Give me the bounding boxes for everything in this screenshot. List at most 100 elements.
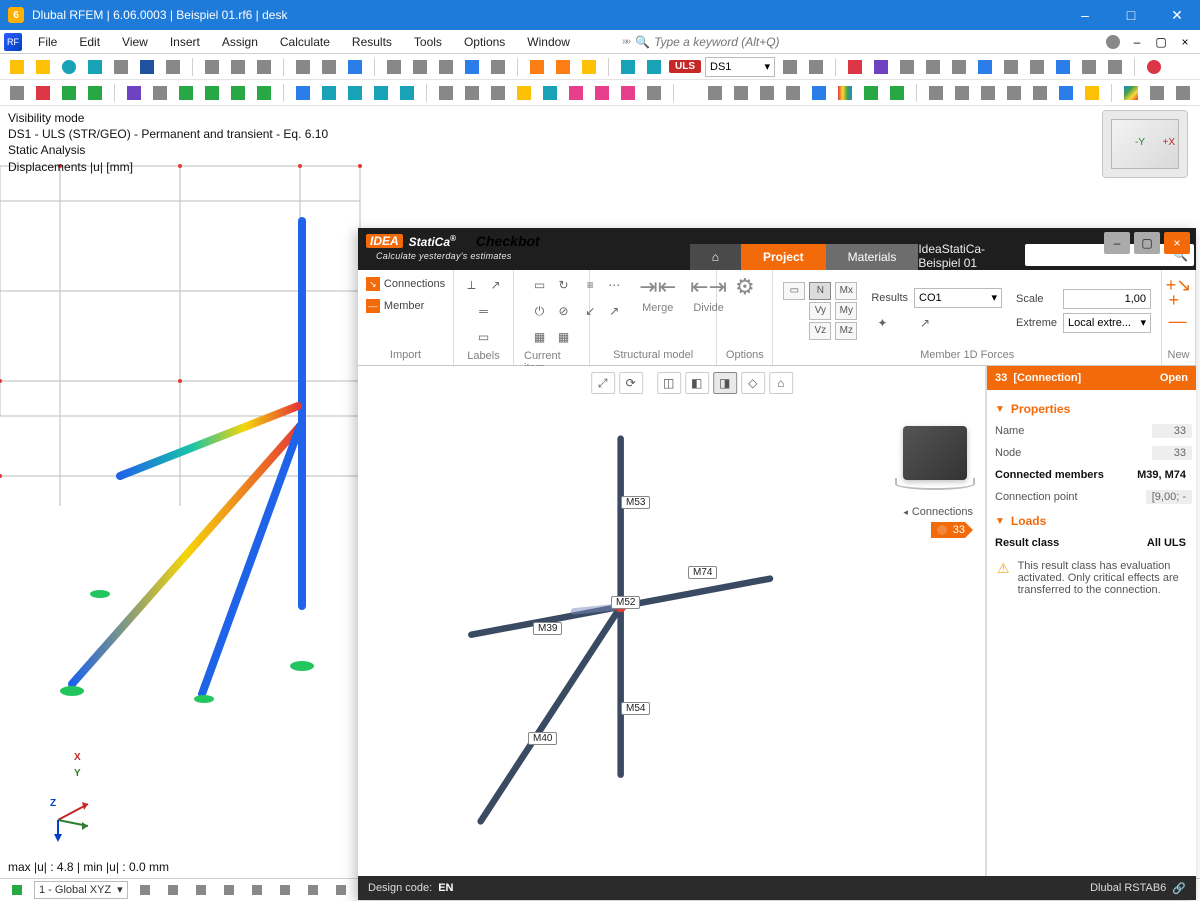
coord-system-select[interactable]: 1 - Global XYZ▾ <box>34 881 128 899</box>
struct-icon[interactable]: ≡ <box>579 274 601 296</box>
tool-icon[interactable] <box>409 56 431 78</box>
tool-icon[interactable] <box>123 82 145 104</box>
tool-icon[interactable] <box>1055 82 1077 104</box>
force-selector-icon[interactable]: ▭ <box>783 282 805 300</box>
tab-materials[interactable]: Materials <box>826 244 919 270</box>
tool-icon[interactable] <box>32 56 54 78</box>
force-Mz[interactable]: Mz <box>835 322 857 340</box>
merge-button[interactable]: ⇥⇤Merge <box>639 274 676 314</box>
status-icon[interactable] <box>302 879 324 901</box>
tool-icon[interactable] <box>565 82 587 104</box>
checkbot-maximize-button[interactable]: ▢ <box>1134 232 1160 254</box>
force-Mx[interactable]: Mx <box>835 282 857 300</box>
tool-icon[interactable] <box>253 56 275 78</box>
menubar-overflow-icon[interactable]: »» <box>622 36 629 47</box>
chevron-down-icon[interactable]: ▼ <box>995 516 1005 527</box>
tool-icon[interactable] <box>552 56 574 78</box>
tool-save-icon[interactable] <box>136 56 158 78</box>
tool-icon[interactable] <box>487 56 509 78</box>
tool-icon[interactable] <box>344 82 366 104</box>
tool-icon[interactable] <box>617 82 639 104</box>
menu-tools[interactable]: Tools <box>404 33 452 51</box>
tool-icon[interactable] <box>539 82 561 104</box>
tool-icon[interactable] <box>896 56 918 78</box>
menubar-close-icon[interactable]: × <box>1174 31 1196 53</box>
status-icon[interactable] <box>6 879 28 901</box>
tool-icon[interactable] <box>951 82 973 104</box>
tab-project[interactable]: Project <box>741 244 826 270</box>
tool-icon[interactable] <box>1104 56 1126 78</box>
tool-icon[interactable] <box>922 56 944 78</box>
tool-icon[interactable] <box>834 82 856 104</box>
current-icon[interactable]: ▦ <box>529 326 551 348</box>
menu-window[interactable]: Window <box>517 33 580 51</box>
tool-print-icon[interactable] <box>162 56 184 78</box>
tool-icon[interactable] <box>844 56 866 78</box>
props-open-button[interactable]: Open <box>1160 372 1188 384</box>
status-icon[interactable] <box>190 879 212 901</box>
tool-icon[interactable] <box>1026 56 1048 78</box>
status-icon[interactable] <box>246 879 268 901</box>
results-select[interactable]: CO1▾ <box>914 288 1002 308</box>
tool-icon[interactable] <box>925 82 947 104</box>
tool-icon[interactable] <box>1078 56 1100 78</box>
tool-icon[interactable] <box>292 56 314 78</box>
tool-icon[interactable] <box>6 82 28 104</box>
status-icon[interactable] <box>274 879 296 901</box>
tool-icon[interactable] <box>779 56 801 78</box>
view-cube[interactable]: +X -Y <box>1102 110 1188 178</box>
force-N[interactable]: N <box>809 282 831 300</box>
tool-icon[interactable] <box>292 82 314 104</box>
load-combo-selector[interactable]: ULS DS1▾ <box>669 57 775 77</box>
menu-options[interactable]: Options <box>454 33 515 51</box>
force-My[interactable]: My <box>835 302 857 320</box>
tool-icon[interactable] <box>370 82 392 104</box>
tool-icon[interactable] <box>860 82 882 104</box>
tool-icon[interactable] <box>58 56 80 78</box>
tool-icon[interactable] <box>383 56 405 78</box>
label-icon[interactable]: ═ <box>461 300 507 322</box>
tool-icon[interactable] <box>435 56 457 78</box>
tool-icon[interactable] <box>730 82 752 104</box>
tab-home[interactable]: ⌂ <box>690 244 741 270</box>
results-lcs-icon[interactable]: ↗ <box>914 312 936 334</box>
tool-icon[interactable] <box>253 82 275 104</box>
tool-icon[interactable] <box>1146 82 1168 104</box>
status-icon[interactable] <box>162 879 184 901</box>
menu-file[interactable]: File <box>28 33 67 51</box>
tool-icon[interactable] <box>1172 82 1194 104</box>
tool-icon[interactable] <box>149 82 171 104</box>
current-icon[interactable]: ⊘ <box>553 300 575 322</box>
window-maximize-button[interactable]: □ <box>1108 0 1154 30</box>
struct-icon[interactable]: ⋯ <box>603 274 625 296</box>
tool-icon[interactable] <box>1003 82 1025 104</box>
tool-icon[interactable] <box>1081 82 1103 104</box>
tool-icon[interactable] <box>526 56 548 78</box>
current-icon[interactable]: ▦ <box>553 326 575 348</box>
tool-icon[interactable] <box>643 82 665 104</box>
menu-view[interactable]: View <box>112 33 158 51</box>
tool-icon[interactable] <box>948 56 970 78</box>
menubar-restore-icon[interactable]: ▢ <box>1150 31 1172 53</box>
tool-icon[interactable] <box>886 82 908 104</box>
menubar-minimize-icon[interactable]: – <box>1126 31 1148 53</box>
status-icon[interactable] <box>218 879 240 901</box>
tool-icon[interactable] <box>201 56 223 78</box>
window-close-button[interactable]: ✕ <box>1154 0 1200 30</box>
tool-icon[interactable] <box>461 56 483 78</box>
tool-icon[interactable] <box>84 56 106 78</box>
tool-icon[interactable] <box>6 56 28 78</box>
tool-icon[interactable] <box>870 56 892 78</box>
tool-icon[interactable] <box>32 82 54 104</box>
tool-icon[interactable] <box>227 56 249 78</box>
tool-icon[interactable] <box>1029 82 1051 104</box>
tool-icon[interactable] <box>578 56 600 78</box>
menu-edit[interactable]: Edit <box>69 33 110 51</box>
resultclass-value[interactable]: All ULS <box>1141 536 1192 550</box>
checkbot-3d-view[interactable]: ⤢ ⟳ ◫ ◧ ◨ ◇ ⌂ ◂Connections 33 <box>358 366 986 876</box>
tool-icon[interactable] <box>396 82 418 104</box>
force-Vy[interactable]: Vy <box>809 302 831 320</box>
menu-calculate[interactable]: Calculate <box>270 33 340 51</box>
tool-icon[interactable] <box>1052 56 1074 78</box>
status-icon[interactable] <box>134 879 156 901</box>
